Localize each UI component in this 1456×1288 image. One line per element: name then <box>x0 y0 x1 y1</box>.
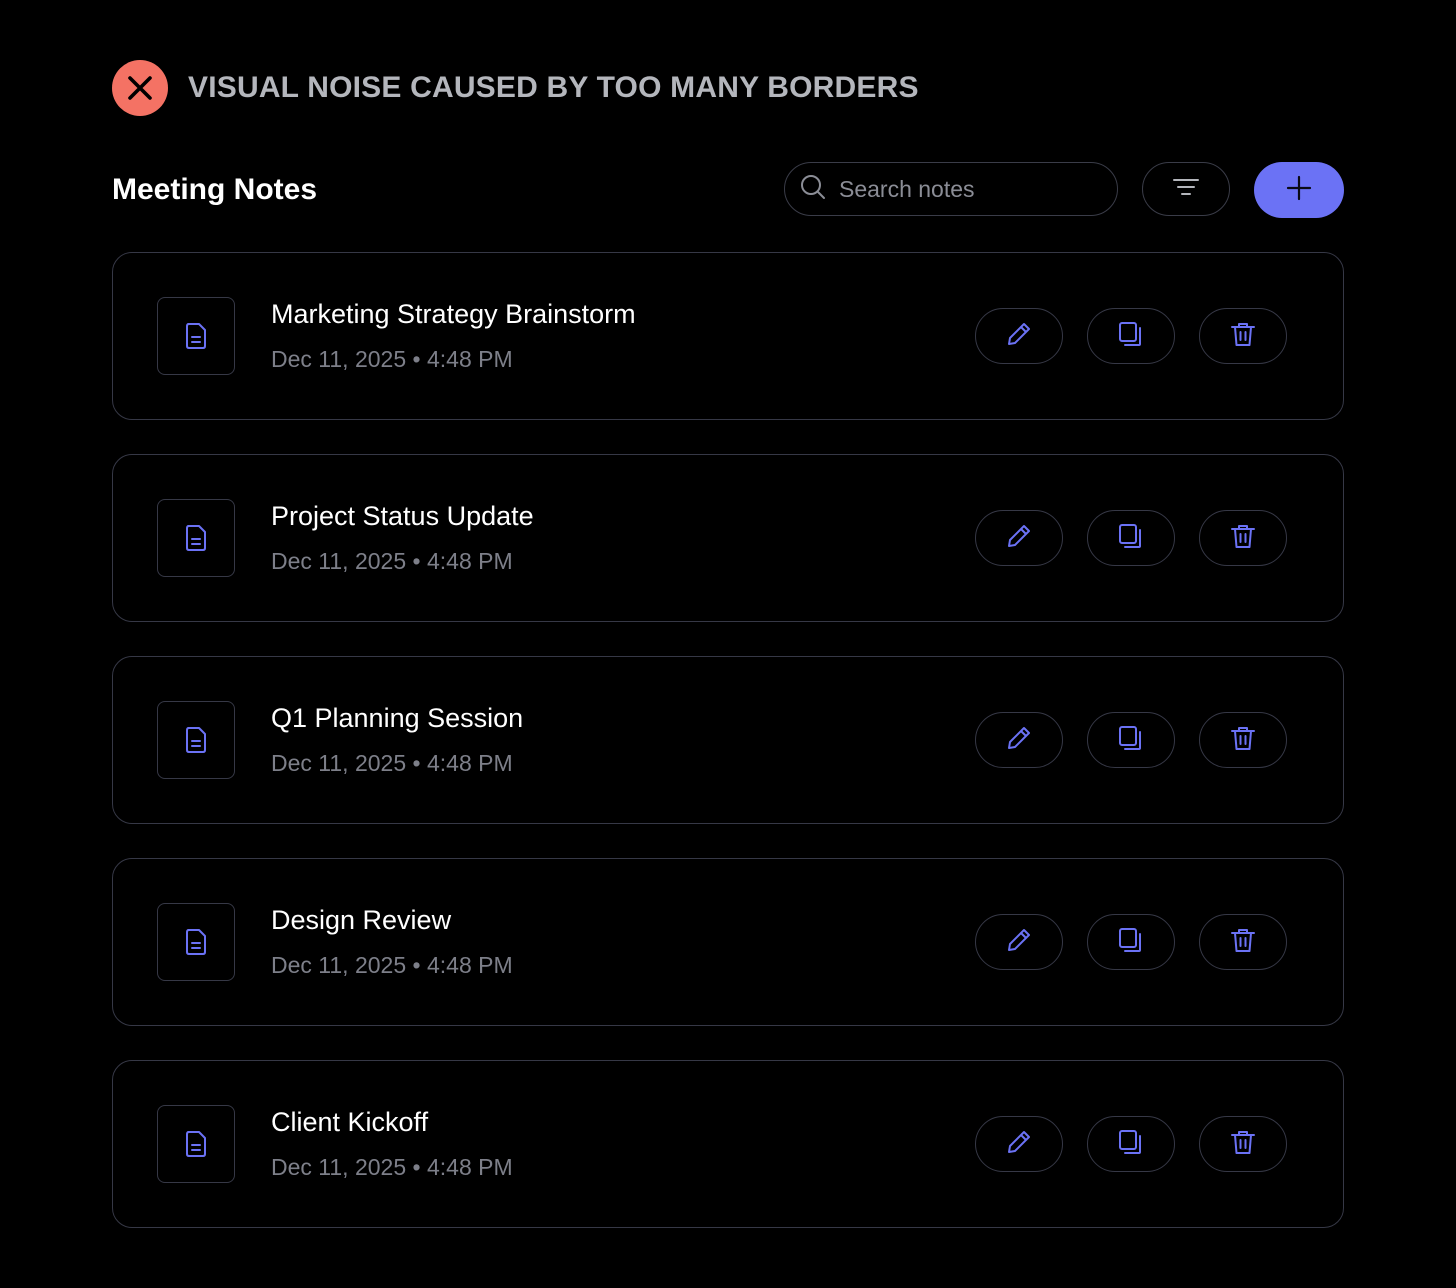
pencil-icon <box>1005 522 1033 555</box>
delete-button[interactable] <box>1199 1116 1287 1172</box>
copy-icon <box>1117 926 1145 959</box>
pencil-icon <box>1005 320 1033 353</box>
separator-dot: • <box>412 548 427 574</box>
copy-icon <box>1117 522 1145 555</box>
note-timestamp: Dec 11, 2025 • 4:48 PM <box>271 346 513 373</box>
trash-icon <box>1229 320 1257 353</box>
search-icon <box>799 173 827 206</box>
pencil-icon <box>1005 926 1033 959</box>
banner-title: VISUAL NOISE CAUSED BY TOO MANY BORDERS <box>188 71 919 104</box>
note-date: Dec 11, 2025 <box>271 952 407 978</box>
note-time: 4:48 PM <box>426 1154 513 1180</box>
separator-dot: • <box>412 346 427 372</box>
delete-button[interactable] <box>1199 510 1287 566</box>
separator-dot: • <box>412 1154 427 1180</box>
filter-button[interactable] <box>1142 162 1230 216</box>
copy-icon <box>1117 724 1145 757</box>
document-icon <box>157 499 235 577</box>
note-date: Dec 11, 2025 <box>271 1154 407 1180</box>
note-title: Q1 Planning Session <box>271 703 524 733</box>
separator-dot: • <box>412 952 427 978</box>
note-timestamp: Dec 11, 2025 • 4:48 PM <box>271 952 513 979</box>
search-field[interactable] <box>784 162 1118 216</box>
note-timestamp: Dec 11, 2025 • 4:48 PM <box>271 548 513 575</box>
note-date: Dec 11, 2025 <box>271 750 407 776</box>
search-input[interactable] <box>837 174 1101 204</box>
trash-icon <box>1229 724 1257 757</box>
note-title: Design Review <box>271 905 452 935</box>
note-card[interactable]: Q1 Planning Session Dec 11, 2025 • 4:48 … <box>112 656 1344 824</box>
delete-button[interactable] <box>1199 914 1287 970</box>
duplicate-button[interactable] <box>1087 1116 1175 1172</box>
note-card[interactable]: Client Kickoff Dec 11, 2025 • 4:48 PM <box>112 1060 1344 1228</box>
close-icon <box>112 60 168 116</box>
edit-button[interactable] <box>975 712 1063 768</box>
edit-button[interactable] <box>975 1116 1063 1172</box>
document-icon <box>157 297 235 375</box>
note-timestamp: Dec 11, 2025 • 4:48 PM <box>271 1154 513 1181</box>
edit-button[interactable] <box>975 308 1063 364</box>
note-time: 4:48 PM <box>426 750 513 776</box>
note-card[interactable]: Design Review Dec 11, 2025 • 4:48 PM <box>112 858 1344 1026</box>
document-icon <box>157 1105 235 1183</box>
separator-dot: • <box>412 750 427 776</box>
edit-button[interactable] <box>975 914 1063 970</box>
duplicate-button[interactable] <box>1087 712 1175 768</box>
plus-icon <box>1285 174 1313 207</box>
note-time: 4:48 PM <box>426 346 513 372</box>
delete-button[interactable] <box>1199 308 1287 364</box>
note-date: Dec 11, 2025 <box>271 548 407 574</box>
notes-list: Marketing Strategy Brainstorm Dec 11, 20… <box>112 252 1344 1262</box>
trash-icon <box>1229 1128 1257 1161</box>
page-title: Meeting Notes <box>112 173 318 206</box>
document-icon <box>157 701 235 779</box>
add-note-button[interactable] <box>1254 162 1344 218</box>
delete-button[interactable] <box>1199 712 1287 768</box>
note-card[interactable]: Marketing Strategy Brainstorm Dec 11, 20… <box>112 252 1344 420</box>
pencil-icon <box>1005 1128 1033 1161</box>
copy-icon <box>1117 320 1145 353</box>
note-title: Client Kickoff <box>271 1107 429 1137</box>
trash-icon <box>1229 926 1257 959</box>
note-title: Marketing Strategy Brainstorm <box>271 299 636 329</box>
notes-header: Meeting Notes <box>112 162 1344 218</box>
duplicate-button[interactable] <box>1087 914 1175 970</box>
copy-icon <box>1117 1128 1145 1161</box>
warning-banner: VISUAL NOISE CAUSED BY TOO MANY BORDERS <box>112 60 919 116</box>
note-time: 4:48 PM <box>426 548 513 574</box>
document-icon <box>157 903 235 981</box>
note-card[interactable]: Project Status Update Dec 11, 2025 • 4:4… <box>112 454 1344 622</box>
pencil-icon <box>1005 724 1033 757</box>
trash-icon <box>1229 522 1257 555</box>
note-title: Project Status Update <box>271 501 534 531</box>
note-time: 4:48 PM <box>426 952 513 978</box>
edit-button[interactable] <box>975 510 1063 566</box>
note-timestamp: Dec 11, 2025 • 4:48 PM <box>271 750 513 777</box>
duplicate-button[interactable] <box>1087 308 1175 364</box>
note-date: Dec 11, 2025 <box>271 346 407 372</box>
filter-icon <box>1172 177 1200 202</box>
duplicate-button[interactable] <box>1087 510 1175 566</box>
